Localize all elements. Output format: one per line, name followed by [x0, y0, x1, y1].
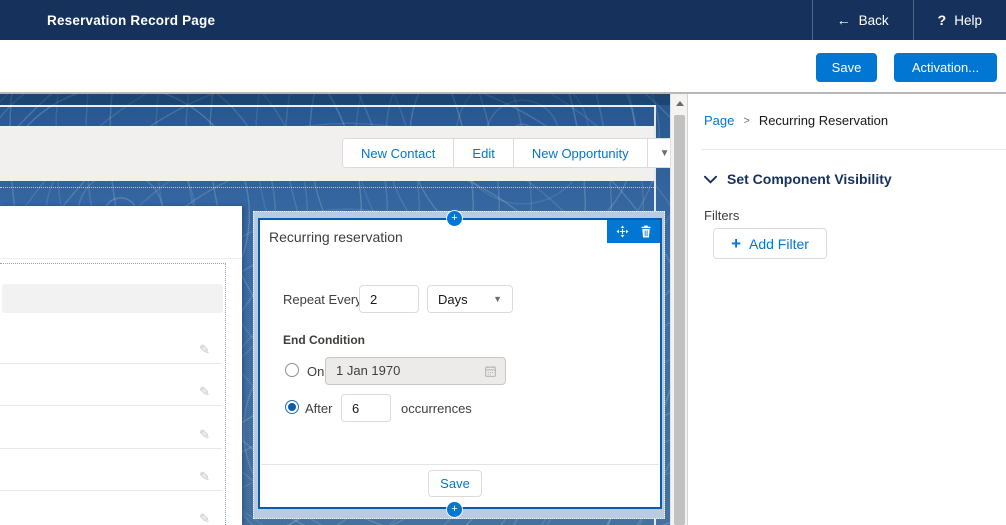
detail-header-divider [0, 258, 242, 259]
add-filter-label: Add Filter [749, 236, 809, 252]
add-filter-button[interactable]: + Add Filter [713, 228, 827, 259]
on-label: On [307, 364, 324, 379]
canvas: New Contact Edit New Opportunity ▼ ✎ ✎ ✎… [0, 94, 670, 525]
visibility-section-toggle[interactable]: Set Component Visibility [704, 171, 892, 187]
lightning-app-builder: Reservation Record Page ← Back ? Help Sa… [0, 0, 1006, 525]
plus-icon: + [731, 235, 741, 252]
dropzone-divider [0, 187, 654, 188]
add-component-button-top[interactable]: + [447, 211, 462, 226]
breadcrumb-current: Recurring Reservation [759, 113, 888, 128]
after-label: After [305, 401, 332, 416]
section-header-bar [2, 284, 223, 313]
breadcrumb: Page > Recurring Reservation [704, 113, 888, 128]
help-label: Help [954, 13, 982, 28]
scrollbar-thumb[interactable] [674, 115, 685, 525]
end-after-radio[interactable] [285, 400, 299, 414]
back-arrow-icon: ← [837, 12, 851, 28]
add-component-button-bottom[interactable]: + [447, 502, 462, 517]
record-action-group: New Contact Edit New Opportunity ▼ [342, 138, 670, 168]
edit-pencil-icon[interactable]: ✎ [199, 342, 210, 358]
detail-dropzone: ✎ ✎ ✎ ✎ ✎ [0, 263, 226, 525]
edit-pencil-icon[interactable]: ✎ [199, 469, 210, 485]
back-button[interactable]: ← Back [812, 0, 913, 40]
recurring-reservation-component[interactable]: Recurring reservation Repeat Every Days … [258, 218, 662, 509]
detail-field-row: ✎ [0, 449, 222, 491]
calendar-icon [484, 365, 497, 378]
component-body: Repeat Every Days ▼ End Condition On 1 J… [260, 220, 660, 507]
occurrences-label: occurrences [401, 401, 472, 416]
page-title: Reservation Record Page [47, 13, 215, 28]
end-on-radio[interactable] [285, 363, 299, 377]
scroll-up-button[interactable] [671, 94, 688, 113]
detail-field-row: ✎ [0, 314, 222, 364]
edit-button[interactable]: Edit [454, 139, 513, 167]
properties-panel: Page > Recurring Reservation Set Compone… [687, 94, 1006, 525]
more-actions-dropdown-button[interactable]: ▼ [648, 139, 670, 167]
help-button[interactable]: ? Help [913, 0, 1006, 40]
edit-pencil-icon[interactable]: ✎ [199, 511, 210, 525]
scroll-up-icon [676, 101, 684, 106]
repeat-every-input[interactable] [359, 285, 419, 313]
end-date-value: 1 Jan 1970 [336, 363, 400, 378]
app-header: Reservation Record Page ← Back ? Help [0, 0, 1006, 40]
chevron-down-icon [704, 175, 717, 184]
detail-field-row: ✎ [0, 406, 222, 449]
visibility-section-title: Set Component Visibility [727, 171, 892, 187]
chevron-down-icon: ▼ [660, 148, 670, 159]
end-condition-label: End Condition [283, 333, 365, 347]
save-button[interactable]: Save [816, 53, 877, 82]
edit-pencil-icon[interactable]: ✎ [199, 384, 210, 400]
breadcrumb-page-link[interactable]: Page [704, 113, 734, 128]
detail-field-row: ✎ [0, 491, 222, 525]
new-contact-button[interactable]: New Contact [343, 139, 454, 167]
frequency-value: Days [438, 292, 468, 307]
canvas-scrollbar[interactable] [670, 94, 687, 525]
breadcrumb-separator: > [743, 115, 749, 127]
panel-divider [702, 149, 1006, 150]
header-actions: ← Back ? Help [812, 0, 1006, 40]
detail-field-list: ✎ ✎ ✎ ✎ ✎ [0, 314, 222, 525]
help-icon: ? [938, 12, 947, 28]
activation-button[interactable]: Activation... [894, 53, 997, 82]
canvas-top-shade [0, 94, 670, 105]
filters-label: Filters [704, 208, 739, 223]
component-footer-divider [261, 464, 659, 465]
page-top-border [0, 105, 656, 107]
builder-toolbar: Save Activation... [0, 40, 1006, 94]
highlights-panel[interactable]: New Contact Edit New Opportunity ▼ [0, 126, 654, 181]
occurrences-input[interactable] [341, 394, 391, 422]
record-detail-component[interactable]: ✎ ✎ ✎ ✎ ✎ [0, 206, 242, 525]
new-opportunity-button[interactable]: New Opportunity [514, 139, 648, 167]
frequency-select[interactable]: Days ▼ [427, 285, 513, 313]
detail-field-row: ✎ [0, 364, 222, 406]
component-save-button[interactable]: Save [428, 470, 482, 497]
repeat-every-label: Repeat Every [283, 292, 362, 307]
edit-pencil-icon[interactable]: ✎ [199, 427, 210, 443]
back-label: Back [859, 13, 889, 28]
end-date-input[interactable]: 1 Jan 1970 [325, 357, 506, 385]
chevron-down-icon: ▼ [493, 294, 502, 304]
